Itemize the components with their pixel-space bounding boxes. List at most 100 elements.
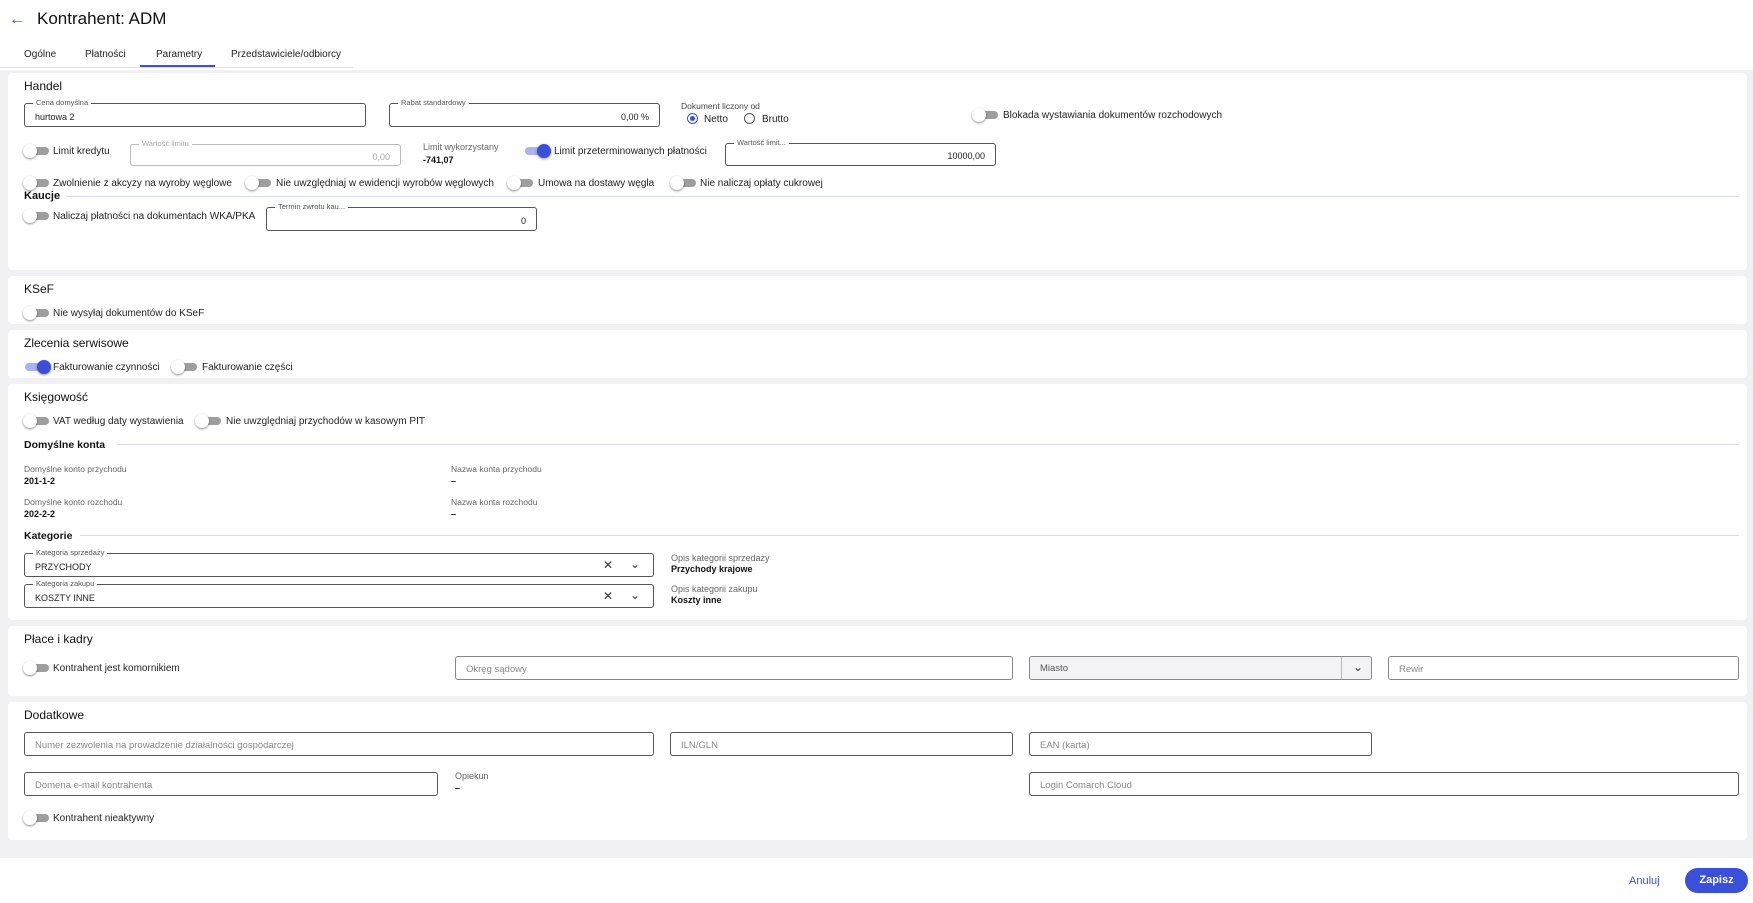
toggle-akcyza[interactable] (23, 176, 51, 190)
section-title-handel: Handel (24, 79, 63, 93)
toggle-limit-kredytu-label: Limit kredytu (53, 146, 110, 157)
income-account-name-value: – (451, 476, 457, 486)
expense-account-name-value: – (451, 509, 457, 519)
supervisor-label: Opiekun (455, 771, 489, 781)
section-title-ksiegowosc: Księgowość (24, 390, 89, 404)
income-account-label: Domyślne konto przychodu (24, 464, 127, 474)
save-button[interactable]: Zapisz (1685, 868, 1748, 893)
section-title-zlecenia: Zlecenia serwisowe (24, 336, 129, 350)
section-handel: Handel Cena domyślna hurtowa 2 Rabat sta… (8, 73, 1747, 270)
subsection-title-kategorie: Kategorie (24, 530, 73, 542)
toggle-nie-uwzgledniaj[interactable] (245, 176, 273, 190)
toggle-limit-kredytu[interactable] (23, 144, 51, 158)
section-ksef: KSeF Nie wysyłaj dokumentów do KSeF (8, 276, 1747, 324)
tabs-divider (0, 67, 353, 68)
district-placeholder: Rewir (1399, 664, 1424, 675)
district-input[interactable]: Rewir (1388, 656, 1739, 680)
toggle-limit-przeterminowanych[interactable] (523, 144, 551, 158)
permit-number-input[interactable]: Numer zezwolenia na prowadzenie działaln… (24, 732, 654, 756)
tab-ogolne[interactable]: Ogólne (24, 49, 56, 60)
income-account-value: 201-1-2 (24, 476, 56, 486)
radio-brutto-label: Brutto (762, 114, 789, 125)
kategorie-divider (80, 535, 1739, 536)
toggle-ksef[interactable] (23, 306, 51, 320)
credit-limit-field: Wartość limitu 0,00 (130, 139, 401, 166)
toggle-nieaktywny[interactable] (23, 811, 51, 825)
iln-gln-input[interactable]: ILN/GLN (670, 732, 1013, 756)
expense-account-name-label: Nazwa konta rozchodu (451, 497, 538, 507)
section-title-ksef: KSeF (24, 282, 55, 296)
court-district-input[interactable]: Okręg sądowy (455, 656, 1013, 680)
toggle-vat-label: VAT według daty wystawienia (53, 416, 184, 427)
default-price-label: Cena domyślna (33, 98, 92, 107)
toggle-akcyza-label: Zwolnienie z akcyzy na wyroby węglowe (53, 178, 232, 189)
overdue-limit-field[interactable]: Wartość limit... 10000,00 (725, 138, 996, 166)
overdue-limit-value: 10000,00 (947, 151, 985, 161)
toggle-kaucje[interactable] (23, 209, 51, 223)
chevron-down-icon[interactable]: ⌄ (1353, 660, 1363, 674)
income-account-name-label: Nazwa konta przychodu (451, 464, 542, 474)
toggle-fakturowanie-czynnosci[interactable] (23, 360, 51, 374)
toggle-blokada-label: Blokada wystawiania dokumentów rozchodow… (1003, 110, 1223, 121)
ean-placeholder: EAN (karta) (1040, 740, 1090, 751)
toggle-nie-uwzgledniaj-label: Nie uwzględniaj w ewidencji wyrobów węgl… (276, 178, 494, 189)
standard-discount-field[interactable]: Rabat standardowy 0,00 % (389, 98, 660, 127)
limit-used-value: -741,07 (423, 155, 454, 165)
comarch-cloud-login-input[interactable]: Login Comarch Cloud (1029, 772, 1739, 796)
sales-category-select[interactable]: Kategoria sprzedaży PRZYCHODY ✕ ⌄ (24, 548, 654, 577)
close-icon[interactable]: ✕ (603, 589, 613, 603)
section-dodatkowe: Dodatkowe Numer zezwolenia na prowadzeni… (8, 702, 1747, 840)
subsection-title-kaucje: Kaucje (24, 190, 61, 202)
toggle-blokada[interactable] (972, 108, 1000, 122)
toggle-fakturowanie-czesci-label: Fakturowanie części (202, 362, 293, 373)
tab-platnosci[interactable]: Płatności (85, 49, 126, 60)
standard-discount-value: 0,00 % (620, 112, 649, 122)
default-price-value: hurtowa 2 (35, 112, 75, 122)
section-title-dodatkowe: Dodatkowe (24, 708, 85, 722)
section-ksiegowosc: Księgowość VAT według daty wystawienia N… (8, 384, 1747, 620)
email-domain-placeholder: Domena e-mail kontrahenta (35, 780, 153, 791)
iln-gln-placeholder: ILN/GLN (681, 740, 718, 751)
footer-bar: Anuluj Zapisz (0, 858, 1753, 903)
toggle-umowa[interactable] (507, 176, 535, 190)
email-domain-input[interactable]: Domena e-mail kontrahenta (24, 772, 438, 796)
cancel-button[interactable]: Anuluj (1629, 875, 1660, 887)
supervisor-value: – (455, 783, 461, 793)
chevron-down-icon[interactable]: ⌄ (630, 588, 640, 602)
purchase-category-select[interactable]: Kategoria zakupu KOSZTY INNE ✕ ⌄ (24, 579, 654, 608)
tab-parametry[interactable]: Parametry (156, 49, 202, 60)
arrow-left-icon[interactable]: ← (7, 10, 27, 30)
page-title: Kontrahent: ADM (37, 9, 167, 28)
deposit-return-term-field[interactable]: Termin zwrotu kau... 0 (266, 202, 537, 231)
sales-category-desc-value: Przychody krajowe (671, 564, 753, 574)
limit-used-label: Limit wykorzystany (423, 142, 499, 152)
radio-netto[interactable] (687, 113, 698, 124)
toggle-fakturowanie-czesci[interactable] (171, 360, 199, 374)
radio-netto-label: Netto (704, 114, 728, 125)
toggle-komornik-label: Kontrahent jest komornikiem (53, 663, 180, 674)
city-select-divider (1341, 657, 1342, 679)
toggle-vat[interactable] (23, 414, 51, 428)
tab-przedstawiciele[interactable]: Przedstawiciele/odbiorcy (231, 49, 341, 60)
toggle-kaucje-label: Naliczaj płatności na dokumentach WKA/PK… (53, 211, 256, 222)
toggle-nieaktywny-label: Kontrahent nieaktywny (53, 813, 155, 824)
toggle-cukrowa[interactable] (670, 176, 698, 190)
city-select[interactable]: Miasto ⌄ (1029, 656, 1372, 680)
purchase-category-desc-value: Koszty inne (671, 595, 722, 605)
section-place: Płace i kadry Kontrahent jest komornikie… (8, 626, 1747, 696)
close-icon[interactable]: ✕ (603, 558, 613, 572)
comarch-cloud-login-placeholder: Login Comarch Cloud (1040, 780, 1132, 791)
toggle-komornik[interactable] (23, 661, 51, 675)
konta-divider (117, 444, 1739, 445)
sales-category-value: PRZYCHODY (35, 562, 92, 572)
ean-input[interactable]: EAN (karta) (1029, 732, 1372, 756)
chevron-down-icon[interactable]: ⌄ (630, 557, 640, 571)
default-price-field[interactable]: Cena domyślna hurtowa 2 (24, 98, 366, 127)
toggle-limit-przeterminowanych-label: Limit przeterminowanych płatności (554, 146, 707, 157)
standard-discount-label: Rabat standardowy (398, 98, 469, 107)
toggle-pit[interactable] (195, 414, 223, 428)
toggle-cukrowa-label: Nie naliczaj opłaty cukrowej (700, 178, 823, 189)
radio-brutto[interactable] (744, 113, 755, 124)
overdue-limit-label: Wartość limit... (734, 138, 789, 147)
section-zlecenia: Zlecenia serwisowe Fakturowanie czynnośc… (8, 330, 1747, 378)
